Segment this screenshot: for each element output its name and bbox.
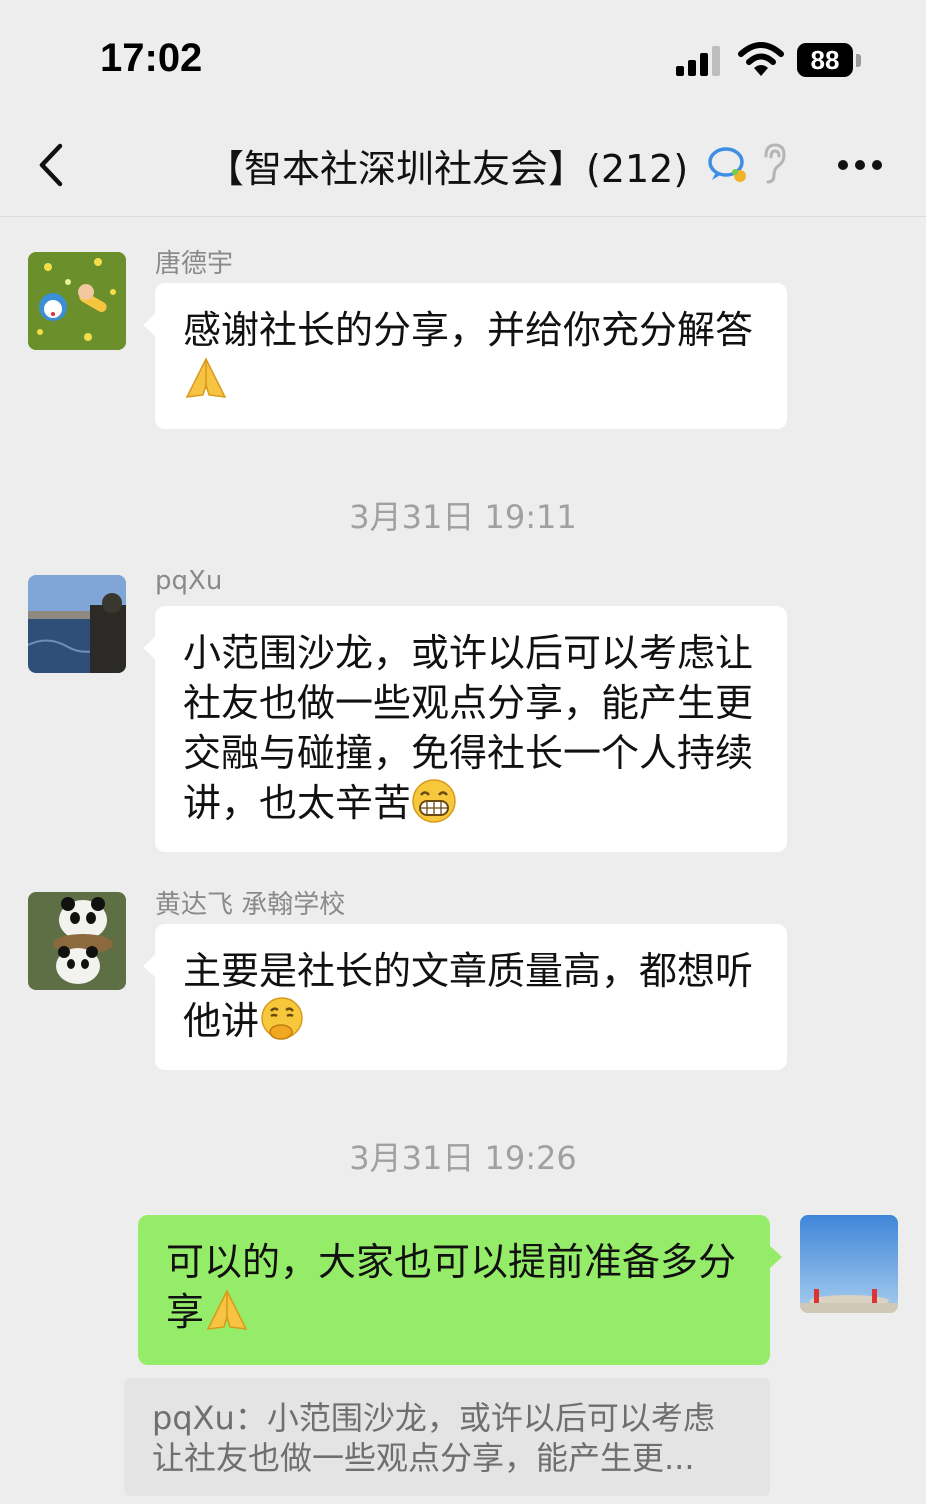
group-chat-icon	[708, 147, 746, 182]
more-options-icon[interactable]	[836, 158, 884, 172]
message-text: 感谢社长的分享，并给你充分解答	[183, 308, 754, 352]
folded-hands-emoji	[206, 1289, 248, 1330]
message-text: 小范围沙龙，或许以后可以考虑让社友也做一些观点分享，能产生更交融与碰撞，免得社长…	[183, 631, 754, 825]
folded-hands-emoji	[185, 357, 227, 398]
quoted-message[interactable]: pqXu：小范围沙龙，或许以后可以考虑让社友也做一些观点分享，能产生更...	[124, 1378, 770, 1496]
cellular-signal-icon	[676, 46, 720, 76]
my-message-bubble[interactable]: 可以的，大家也可以提前准备多分享	[138, 1215, 782, 1365]
ear-receiver-icon	[764, 143, 786, 184]
timestamp: 3月31日 19:26	[349, 1139, 577, 1177]
battery-cap	[856, 54, 861, 67]
avatar[interactable]	[28, 892, 126, 990]
message-bubble[interactable]: 感谢社长的分享，并给你充分解答	[143, 283, 787, 429]
timestamp: 3月31日 19:11	[349, 498, 577, 536]
my-avatar[interactable]	[800, 1215, 898, 1313]
status-time: 17:02	[100, 36, 203, 80]
message-bubble[interactable]: 小范围沙龙，或许以后可以考虑让社友也做一些观点分享，能产生更交融与碰撞，免得社长…	[143, 606, 787, 852]
back-chevron-icon[interactable]	[34, 142, 70, 188]
chat-header: 【智本社深圳社友会】(212)	[0, 120, 926, 217]
battery-icon: 88	[797, 43, 853, 77]
thinking-face-emoji	[261, 997, 303, 1040]
wifi-icon	[738, 42, 784, 76]
sender-name: pqXu	[155, 566, 223, 596]
chat-title: 【智本社深圳社友会】(212)	[206, 147, 689, 191]
sender-name: 黄达飞 承翰学校	[155, 890, 346, 920]
avatar[interactable]	[28, 575, 126, 673]
sender-name: 唐德宇	[155, 249, 234, 279]
quoted-text: pqXu：小范围沙龙，或许以后可以考虑让社友也做一些观点分享，能产生更...	[152, 1399, 715, 1477]
avatar[interactable]	[28, 252, 126, 350]
status-bar: 17:02 88	[0, 0, 926, 120]
message-text: 可以的，大家也可以提前准备多分享	[166, 1240, 737, 1334]
message-bubble[interactable]: 主要是社长的文章质量高，都想听他讲	[143, 924, 787, 1070]
grinning-emoji	[412, 779, 456, 823]
